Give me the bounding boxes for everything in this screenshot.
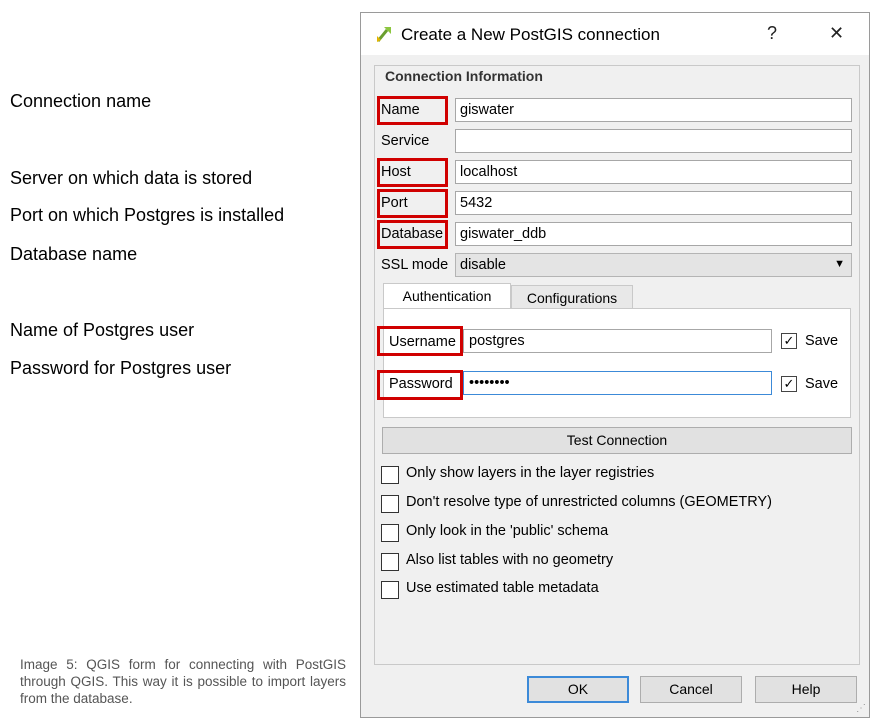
- only-registry-label: Only show layers in the layer registries: [406, 465, 655, 481]
- annotation-password: Password for Postgres user: [10, 358, 232, 378]
- tab-configurations[interactable]: Configurations: [511, 285, 633, 309]
- password-highlight: [377, 370, 463, 400]
- cancel-button[interactable]: Cancel: [640, 676, 742, 703]
- name-field[interactable]: giswater: [455, 98, 852, 122]
- resize-grip-icon[interactable]: ⋰: [856, 703, 866, 714]
- help-icon[interactable]: ?: [767, 23, 777, 44]
- qgis-icon: [376, 27, 391, 42]
- public-schema-label: Only look in the 'public' schema: [406, 523, 609, 539]
- username-highlight: [377, 326, 463, 356]
- username-field[interactable]: postgres: [463, 329, 772, 353]
- save-password-label: Save: [805, 376, 839, 392]
- database-field[interactable]: giswater_ddb: [455, 222, 852, 246]
- dont-resolve-label: Don't resolve type of unrestricted colum…: [406, 494, 772, 510]
- annotation-server: Server on which data is stored: [10, 168, 253, 188]
- help-button[interactable]: Help: [755, 676, 857, 703]
- ssl-mode-label: SSL mode: [381, 257, 449, 273]
- estimated-metadata-label: Use estimated table metadata: [406, 580, 599, 596]
- dont-resolve-checkbox[interactable]: [381, 495, 399, 513]
- tab-authentication[interactable]: Authentication: [383, 283, 511, 309]
- name-highlight: [377, 96, 448, 125]
- save-username-label: Save: [805, 333, 839, 349]
- postgis-connection-dialog: Create a New PostGIS connection ? ✕ Conn…: [360, 12, 870, 718]
- ok-button[interactable]: OK: [527, 676, 629, 703]
- public-schema-checkbox[interactable]: [381, 524, 399, 542]
- ssl-mode-select[interactable]: disable ▼: [455, 253, 852, 277]
- estimated-metadata-checkbox[interactable]: [381, 581, 399, 599]
- host-highlight: [377, 158, 448, 187]
- annotation-port: Port on which Postgres is installed: [10, 205, 285, 225]
- annotation-database: Database name: [10, 244, 138, 264]
- close-icon[interactable]: ✕: [829, 23, 844, 44]
- chevron-down-icon: ▼: [834, 258, 845, 270]
- no-geometry-checkbox[interactable]: [381, 553, 399, 571]
- save-username-checkbox[interactable]: ✓: [781, 333, 797, 349]
- group-title: Connection Information: [383, 68, 545, 84]
- title-bar: Create a New PostGIS connection ? ✕: [361, 13, 869, 55]
- annotation-user: Name of Postgres user: [10, 320, 195, 340]
- service-field[interactable]: [455, 129, 852, 153]
- password-field[interactable]: ••••••••: [463, 371, 772, 395]
- database-highlight: [377, 220, 448, 249]
- figure-caption: Image 5: QGIS form for connecting with P…: [20, 657, 346, 706]
- dialog-title: Create a New PostGIS connection: [401, 25, 660, 44]
- port-field[interactable]: 5432: [455, 191, 852, 215]
- no-geometry-label: Also list tables with no geometry: [406, 552, 614, 568]
- service-label: Service: [381, 133, 430, 149]
- only-registry-checkbox[interactable]: [381, 466, 399, 484]
- save-password-checkbox[interactable]: ✓: [781, 376, 797, 392]
- ssl-mode-value: disable: [460, 257, 506, 273]
- host-field[interactable]: localhost: [455, 160, 852, 184]
- annotation-connection-name: Connection name: [10, 91, 152, 111]
- authentication-pane: [383, 308, 851, 418]
- test-connection-button[interactable]: Test Connection: [382, 427, 852, 454]
- port-highlight: [377, 189, 448, 218]
